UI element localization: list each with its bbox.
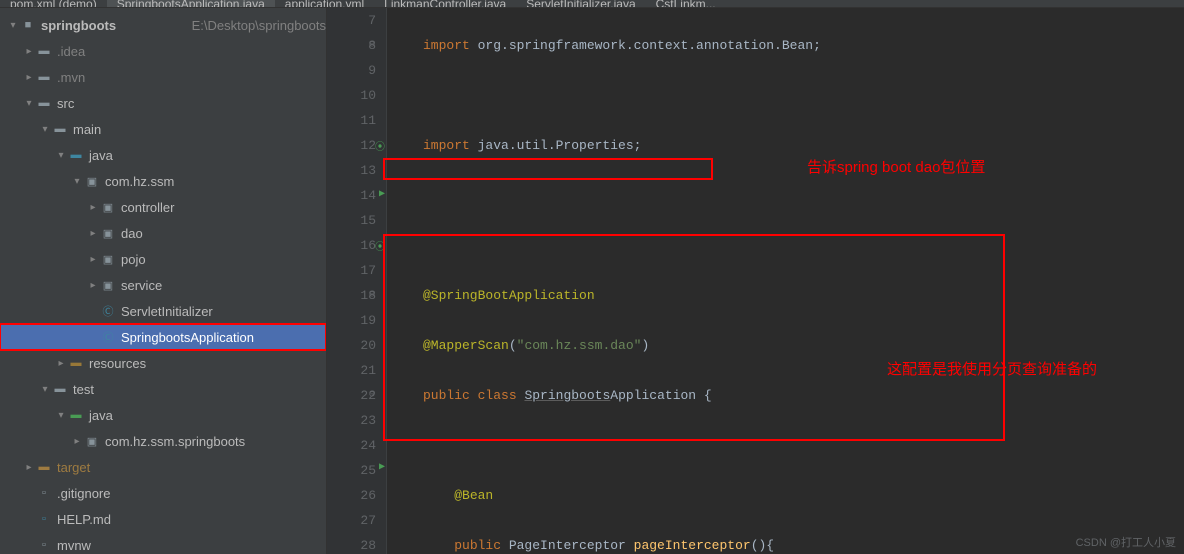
tree-label: com.hz.ssm.springboots [105, 434, 326, 449]
folder-icon: ▬ [52, 381, 68, 397]
tree-src[interactable]: ▾ ▬ src [0, 90, 326, 116]
chevron-right-icon: ▸ [86, 280, 100, 291]
tree-label: controller [121, 200, 326, 215]
tree-root[interactable]: ▾ ■ springboots E:\Desktop\springboots [0, 12, 326, 38]
tree-idea[interactable]: ▸ ▬ .idea [0, 38, 326, 64]
chevron-down-icon: ▾ [70, 176, 84, 187]
class-icon: Ⓒ [100, 329, 116, 345]
package-icon: ▣ [100, 277, 116, 293]
tree-label: target [57, 460, 326, 475]
tree-servlet-init[interactable]: Ⓒ ServletInitializer [0, 298, 326, 324]
resources-folder-icon: ▬ [68, 355, 84, 371]
tree-root-path: E:\Desktop\springboots [192, 18, 326, 33]
tree-label: java [89, 408, 326, 423]
package-icon: ▣ [100, 199, 116, 215]
tab-servlet[interactable]: ServletInitializer.java [516, 0, 645, 8]
tree-service[interactable]: ▸ ▣ service [0, 272, 326, 298]
file-icon: ▫ [36, 485, 52, 501]
annotation-text-2: 这配置是我使用分页查询准备的 [887, 357, 1097, 382]
tree-label: src [57, 96, 326, 111]
tree-label: dao [121, 226, 326, 241]
tree-label: pojo [121, 252, 326, 267]
chevron-right-icon: ▸ [86, 228, 100, 239]
chevron-right-icon: ▸ [86, 254, 100, 265]
tree-label: resources [89, 356, 326, 371]
chevron-down-icon: ▾ [38, 124, 52, 135]
source-folder-icon: ▬ [68, 147, 84, 163]
tree-help[interactable]: ▫ HELP.md [0, 506, 326, 532]
file-icon: ▫ [36, 537, 52, 553]
tree-app[interactable]: Ⓒ SpringbootsApplication [0, 324, 326, 350]
tree-label: mvnw [57, 538, 326, 553]
tab-linkman[interactable]: LinkmanController.java [374, 0, 516, 8]
test-folder-icon: ▬ [68, 407, 84, 423]
package-icon: ▣ [84, 173, 100, 189]
tree-root-label: springboots [41, 18, 186, 33]
chevron-right-icon: ▸ [86, 202, 100, 213]
tab-app[interactable]: SpringbootsApplication.java [107, 0, 275, 8]
editor-tabs: pom.xml (demo) SpringbootsApplication.ja… [0, 0, 1184, 8]
folder-icon: ▬ [36, 43, 52, 59]
chevron-down-icon: ▾ [22, 98, 36, 109]
tree-label: .gitignore [57, 486, 326, 501]
tree-label: SpringbootsApplication [121, 330, 326, 345]
chevron-down-icon: ▾ [38, 384, 52, 395]
chevron-right-icon: ▸ [70, 436, 84, 447]
code-content[interactable]: ⊖import org.springframework.context.anno… [387, 8, 1184, 554]
package-icon: ▣ [100, 225, 116, 241]
tree-controller[interactable]: ▸ ▣ controller [0, 194, 326, 220]
tree-label: ServletInitializer [121, 304, 326, 319]
chevron-right-icon: ▸ [22, 72, 36, 83]
tab-yml[interactable]: application.yml [275, 0, 374, 8]
code-editor[interactable]: 7 8 9 10 11 12 13 14 15 16 17 18 19 20 2… [327, 8, 1184, 554]
tree-label: service [121, 278, 326, 293]
chevron-down-icon: ▾ [54, 410, 68, 421]
project-icon: ■ [20, 17, 36, 33]
tab-pom[interactable]: pom.xml (demo) [0, 0, 107, 8]
tree-label: main [73, 122, 326, 137]
tree-target[interactable]: ▸ ▬ target [0, 454, 326, 480]
tree-java-src[interactable]: ▾ ▬ java [0, 142, 326, 168]
tree-pojo[interactable]: ▸ ▣ pojo [0, 246, 326, 272]
package-icon: ▣ [100, 251, 116, 267]
folder-icon: ▬ [36, 69, 52, 85]
chevron-right-icon: ▸ [54, 358, 68, 369]
tree-test[interactable]: ▾ ▬ test [0, 376, 326, 402]
annotation-box-1 [383, 158, 713, 180]
folder-icon: ▬ [52, 121, 68, 137]
tree-label: HELP.md [57, 512, 326, 527]
tree-java-test[interactable]: ▾ ▬ java [0, 402, 326, 428]
tree-pkg[interactable]: ▾ ▣ com.hz.ssm [0, 168, 326, 194]
tree-label: .idea [57, 44, 326, 59]
package-icon: ▣ [84, 433, 100, 449]
tab-cstlink[interactable]: CstLinkm... [646, 0, 726, 8]
tree-label: java [89, 148, 326, 163]
tree-resources[interactable]: ▸ ▬ resources [0, 350, 326, 376]
watermark: CSDN @打工人小夏 [1076, 534, 1176, 550]
project-tree[interactable]: ▾ ■ springboots E:\Desktop\springboots ▸… [0, 8, 327, 554]
folder-icon: ▬ [36, 95, 52, 111]
line-gutter: 7 8 9 10 11 12 13 14 15 16 17 18 19 20 2… [327, 8, 387, 554]
class-icon: Ⓒ [100, 303, 116, 319]
folder-icon: ▬ [36, 459, 52, 475]
tree-mvnw[interactable]: ▫ mvnw [0, 532, 326, 554]
tree-test-pkg[interactable]: ▸ ▣ com.hz.ssm.springboots [0, 428, 326, 454]
tree-label: .mvn [57, 70, 326, 85]
chevron-right-icon: ▸ [22, 46, 36, 57]
chevron-down-icon: ▾ [54, 150, 68, 161]
markdown-icon: ▫ [36, 511, 52, 527]
chevron-down-icon: ▾ [6, 20, 20, 31]
tree-main[interactable]: ▾ ▬ main [0, 116, 326, 142]
chevron-right-icon: ▸ [22, 462, 36, 473]
annotation-text-1: 告诉spring boot dao包位置 [807, 155, 985, 180]
tree-mvn[interactable]: ▸ ▬ .mvn [0, 64, 326, 90]
tree-label: com.hz.ssm [105, 174, 326, 189]
tree-gitignore[interactable]: ▫ .gitignore [0, 480, 326, 506]
tree-label: test [73, 382, 326, 397]
tree-dao[interactable]: ▸ ▣ dao [0, 220, 326, 246]
